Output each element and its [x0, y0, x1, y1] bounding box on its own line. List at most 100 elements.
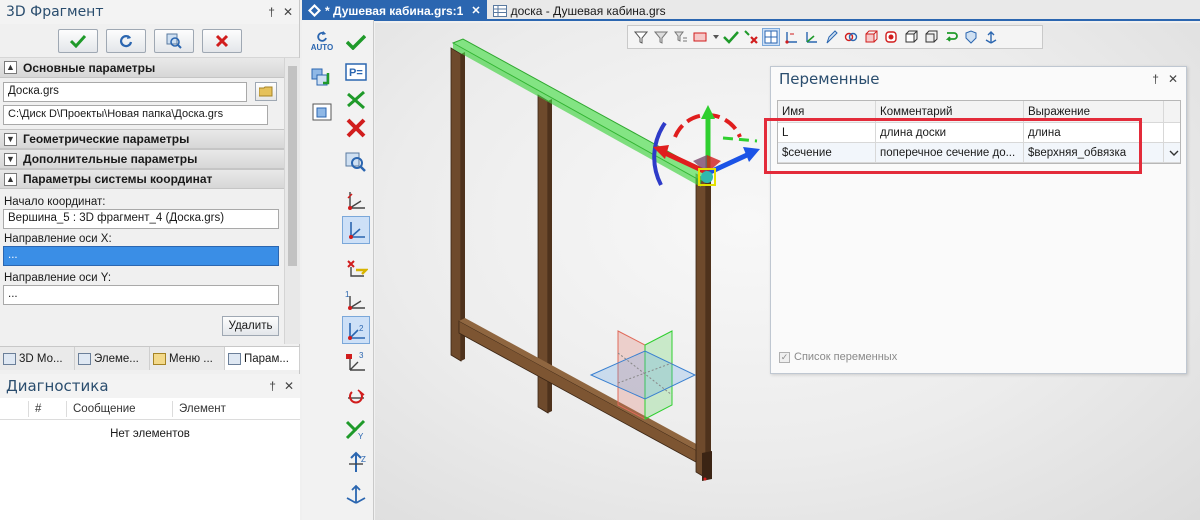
browse-button[interactable]	[255, 82, 277, 101]
connect-arrow-icon	[347, 90, 365, 110]
cell-name[interactable]: $сечение	[778, 143, 876, 162]
align-y-button[interactable]: Y	[342, 416, 370, 444]
col-message[interactable]: Сообщение	[66, 400, 172, 417]
apply-button[interactable]	[57, 28, 98, 53]
variables-list-label: Список переменных	[794, 351, 898, 363]
cross-icon	[346, 118, 366, 138]
tab-menu[interactable]: Меню ...	[150, 347, 225, 370]
action-buttons	[0, 24, 299, 58]
axis-one-button[interactable]: 1	[342, 286, 370, 314]
move-axes-button[interactable]	[342, 254, 370, 282]
origin-field[interactable]: Вершина_5 : 3D фрагмент_4 (Доска.grs)	[3, 209, 279, 229]
col-number[interactable]: #	[28, 400, 66, 417]
expression-dropdown[interactable]	[1164, 143, 1180, 162]
close-icon[interactable]: ✕	[284, 379, 294, 393]
parameters-icon: P=	[345, 63, 367, 81]
close-icon[interactable]: ✕	[283, 5, 293, 19]
elements-icon	[78, 352, 91, 365]
apply-tool-button[interactable]	[342, 28, 370, 56]
table-row[interactable]: $сечение поперечное сечение до... $верхн…	[778, 143, 1180, 163]
file-name-field[interactable]: Доска.grs	[3, 82, 247, 102]
axis-two-button[interactable]: 2	[342, 316, 370, 344]
expand-icon: ▼	[4, 132, 17, 146]
section-basic-label: Основные параметры	[23, 60, 156, 75]
variables-table: Имя Комментарий Выражение L длина доски …	[777, 100, 1181, 164]
y-axis-label: Направление оси Y:	[4, 272, 112, 284]
auto-label: AUTO	[310, 42, 334, 52]
rotate-axis-button[interactable]	[342, 384, 370, 412]
connect-button[interactable]	[342, 86, 370, 114]
x-axis-field[interactable]: ...	[3, 246, 279, 266]
pin-icon[interactable]: †	[268, 5, 275, 19]
cell-name[interactable]: L	[778, 123, 876, 142]
col-element[interactable]: Элемент	[172, 400, 300, 417]
checkmark-icon	[346, 34, 366, 50]
axes-arrows-button[interactable]	[342, 480, 370, 508]
y-axis-field[interactable]: ...	[3, 285, 279, 305]
chevron-down-icon	[1169, 150, 1179, 156]
zoom-fragment-button[interactable]	[342, 148, 370, 176]
refresh-icon	[119, 34, 132, 47]
coord-axes-button[interactable]	[342, 216, 370, 244]
post-front[interactable]	[695, 173, 707, 479]
tab-elements[interactable]: Элеме...	[75, 347, 150, 370]
close-icon[interactable]: ✕	[1168, 72, 1178, 86]
tab-parameters[interactable]: Парам...	[225, 347, 300, 370]
magnifier-icon	[166, 33, 182, 49]
box-view-icon	[312, 103, 332, 121]
cell-comment[interactable]: длина доски	[876, 123, 1024, 142]
refresh-button[interactable]	[105, 28, 146, 53]
cancel-button[interactable]	[201, 28, 242, 53]
table-row[interactable]: L длина доски длина	[778, 123, 1180, 143]
coord-origin-button[interactable]	[342, 186, 370, 214]
top-beam-selected[interactable]	[451, 38, 713, 182]
section-geometric-params[interactable]: ▼ Геометрические параметры	[0, 129, 299, 149]
cell-expression[interactable]: $верхняя_обвязка	[1024, 143, 1164, 162]
fragment-panel: 3D Фрагмент † ✕ ▲ Основные параметры Дос…	[0, 0, 300, 520]
section-coord-params[interactable]: ▲ Параметры системы координат	[0, 169, 299, 189]
parameters-button[interactable]: P=	[342, 58, 370, 86]
close-tab-icon[interactable]: ✕	[471, 4, 480, 17]
axis-one-icon: 1	[345, 290, 365, 310]
col-comment[interactable]: Комментарий	[876, 101, 1024, 122]
cell-expression[interactable]: длина	[1024, 123, 1164, 142]
variables-list-toggle[interactable]: ✓ Список переменных	[779, 351, 897, 363]
cell-comment[interactable]: поперечное сечение до...	[876, 143, 1024, 162]
col-expression[interactable]: Выражение	[1024, 101, 1164, 122]
svg-text:3: 3	[359, 351, 364, 360]
diagnostics-header: Диагностика † ✕	[0, 374, 300, 398]
align-y-icon: Y	[345, 419, 366, 441]
pin-icon[interactable]: †	[1152, 72, 1159, 86]
auto-button[interactable]: AUTO	[308, 26, 336, 56]
pin-icon[interactable]: †	[269, 379, 276, 393]
cross-icon	[215, 34, 228, 47]
panel-scrollbar[interactable]	[284, 58, 300, 344]
tab-board-drawing[interactable]: доска - Душевая кабина.grs	[487, 0, 672, 21]
transform-gizmo[interactable]	[652, 105, 760, 186]
view-box-button[interactable]	[308, 98, 336, 126]
vertical-toolbar: AUTO P= 1 2 3 Y Z	[302, 20, 398, 520]
folder-icon	[259, 86, 273, 97]
tab-3d-model[interactable]: 3D Мо...	[0, 347, 75, 370]
axis-two-icon: 2	[348, 323, 365, 340]
col-name[interactable]: Имя	[778, 101, 876, 122]
fragment-panel-header: 3D Фрагмент † ✕	[0, 0, 299, 24]
svg-text:Z: Z	[361, 455, 366, 464]
parameters-icon	[228, 352, 241, 365]
rotate-axis-icon	[348, 389, 365, 404]
svg-text:Y: Y	[358, 432, 364, 441]
origin-label: Начало координат:	[4, 196, 106, 208]
insert-fragment-button[interactable]	[308, 64, 336, 92]
post-left[interactable]	[450, 47, 462, 362]
section-basic-params[interactable]: ▲ Основные параметры	[0, 58, 299, 78]
delete-button[interactable]: Удалить	[222, 316, 279, 336]
file-path-field: C:\Диск D\Проекты\Новая папка\Доска.grs	[3, 105, 268, 125]
tab-shower-cabin[interactable]: * Душевая кабина.grs:1 ✕	[302, 0, 487, 21]
axis-three-button[interactable]: 3	[342, 348, 370, 376]
x-axis-label: Направление оси X:	[4, 233, 112, 245]
zoom-preview-button[interactable]	[153, 28, 194, 53]
section-additional-params[interactable]: ▼ Дополнительные параметры	[0, 149, 299, 169]
svg-text:P=: P=	[349, 67, 363, 79]
cancel-tool-button[interactable]	[342, 114, 370, 142]
align-z-button[interactable]: Z	[342, 448, 370, 476]
